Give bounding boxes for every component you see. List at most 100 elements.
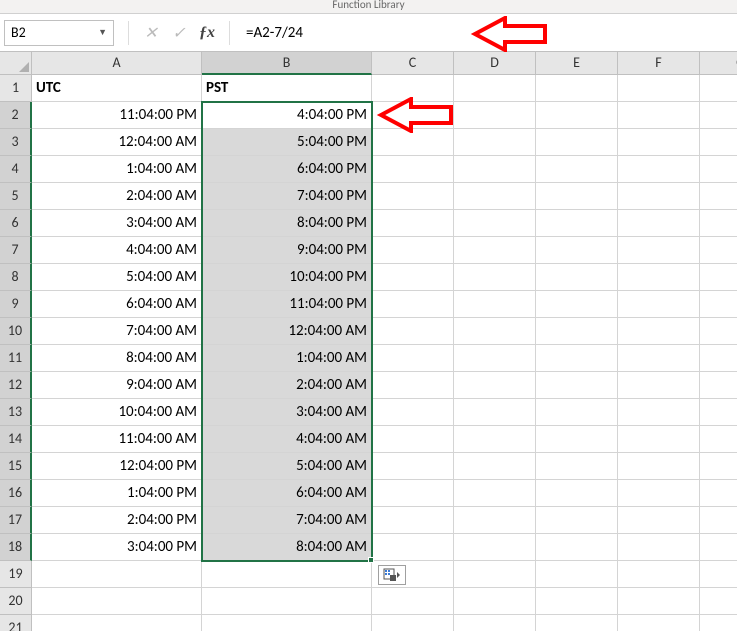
cell[interactable] <box>618 102 700 129</box>
row-header[interactable]: 1 <box>0 75 32 102</box>
cell[interactable] <box>700 318 737 345</box>
row-header[interactable]: 18 <box>0 534 32 561</box>
cell[interactable] <box>372 588 454 615</box>
cell[interactable] <box>454 345 536 372</box>
cell[interactable] <box>372 615 454 631</box>
cell[interactable]: 12:04:00 AM <box>202 318 372 345</box>
cell[interactable] <box>372 75 454 102</box>
cell[interactable] <box>618 156 700 183</box>
cell[interactable] <box>618 561 700 588</box>
cell[interactable] <box>372 453 454 480</box>
cell[interactable] <box>454 129 536 156</box>
cell[interactable]: 4:04:00 AM <box>32 237 202 264</box>
cell[interactable]: 8:04:00 PM <box>202 210 372 237</box>
row-header[interactable]: 19 <box>0 561 32 588</box>
cell[interactable] <box>618 264 700 291</box>
cell[interactable] <box>454 534 536 561</box>
cell[interactable] <box>700 129 737 156</box>
cell[interactable] <box>536 318 618 345</box>
row-header[interactable]: 8 <box>0 264 32 291</box>
cell[interactable] <box>618 615 700 631</box>
cell[interactable] <box>454 318 536 345</box>
cell[interactable] <box>372 129 454 156</box>
cell[interactable]: 11:04:00 PM <box>202 291 372 318</box>
row-header[interactable]: 2 <box>0 102 32 129</box>
cell[interactable]: 10:04:00 PM <box>202 264 372 291</box>
cell[interactable] <box>372 183 454 210</box>
column-header[interactable]: F <box>618 52 700 75</box>
row-header[interactable]: 16 <box>0 480 32 507</box>
cell[interactable]: 5:04:00 AM <box>32 264 202 291</box>
row-header[interactable]: 4 <box>0 156 32 183</box>
cell[interactable]: 1:04:00 AM <box>32 156 202 183</box>
cell[interactable]: 9:04:00 AM <box>32 372 202 399</box>
cell[interactable] <box>372 210 454 237</box>
cell[interactable] <box>700 453 737 480</box>
cell[interactable] <box>454 102 536 129</box>
cell[interactable]: 2:04:00 AM <box>202 372 372 399</box>
cell[interactable] <box>700 291 737 318</box>
row-header[interactable]: 20 <box>0 588 32 615</box>
cell[interactable] <box>454 480 536 507</box>
cell[interactable] <box>700 426 737 453</box>
cell[interactable]: 8:04:00 AM <box>32 345 202 372</box>
column-header[interactable]: C <box>372 52 454 75</box>
cell[interactable] <box>454 426 536 453</box>
cell[interactable] <box>700 156 737 183</box>
cell[interactable]: 7:04:00 AM <box>202 507 372 534</box>
cell[interactable] <box>618 588 700 615</box>
cell[interactable]: 7:04:00 PM <box>202 183 372 210</box>
cell[interactable] <box>618 372 700 399</box>
cell[interactable] <box>372 534 454 561</box>
row-header[interactable]: 11 <box>0 345 32 372</box>
cell[interactable] <box>536 291 618 318</box>
cell[interactable] <box>202 615 372 631</box>
cell[interactable] <box>536 372 618 399</box>
cell[interactable] <box>618 480 700 507</box>
cell[interactable] <box>618 129 700 156</box>
cell[interactable] <box>372 399 454 426</box>
cell[interactable] <box>700 588 737 615</box>
cell[interactable] <box>618 534 700 561</box>
row-header[interactable]: 5 <box>0 183 32 210</box>
cell[interactable] <box>454 75 536 102</box>
row-header[interactable]: 15 <box>0 453 32 480</box>
row-headers[interactable]: 123456789101112131415161718192021 <box>0 75 32 631</box>
insert-function-icon[interactable]: ƒx <box>193 20 221 46</box>
cells[interactable]: UTCPST11:04:00 PM4:04:00 PM12:04:00 AM5:… <box>32 75 737 631</box>
cell[interactable] <box>372 291 454 318</box>
cell[interactable] <box>536 561 618 588</box>
cell[interactable] <box>618 210 700 237</box>
cell[interactable] <box>618 75 700 102</box>
cell[interactable] <box>536 453 618 480</box>
cell[interactable]: 3:04:00 PM <box>32 534 202 561</box>
cell[interactable]: 12:04:00 PM <box>32 453 202 480</box>
cell[interactable] <box>372 156 454 183</box>
row-header[interactable]: 17 <box>0 507 32 534</box>
cell[interactable] <box>536 129 618 156</box>
cell[interactable] <box>618 291 700 318</box>
cell[interactable] <box>454 507 536 534</box>
select-all-corner[interactable] <box>0 52 32 75</box>
cell[interactable]: 3:04:00 AM <box>202 399 372 426</box>
cell[interactable] <box>536 75 618 102</box>
row-header[interactable]: 7 <box>0 237 32 264</box>
cell[interactable] <box>32 561 202 588</box>
cell[interactable] <box>202 561 372 588</box>
cell[interactable] <box>454 183 536 210</box>
cell[interactable] <box>618 237 700 264</box>
column-header[interactable]: B <box>202 52 372 75</box>
cell[interactable]: 2:04:00 PM <box>32 507 202 534</box>
cell[interactable]: 3:04:00 AM <box>32 210 202 237</box>
cell[interactable] <box>618 345 700 372</box>
cell[interactable] <box>32 588 202 615</box>
cell[interactable] <box>700 75 737 102</box>
cell[interactable] <box>454 264 536 291</box>
cell[interactable]: 7:04:00 AM <box>32 318 202 345</box>
cell[interactable]: 2:04:00 AM <box>32 183 202 210</box>
cell[interactable] <box>700 615 737 631</box>
cell[interactable] <box>372 102 454 129</box>
cell[interactable] <box>454 210 536 237</box>
cell[interactable] <box>372 372 454 399</box>
cell[interactable] <box>700 183 737 210</box>
